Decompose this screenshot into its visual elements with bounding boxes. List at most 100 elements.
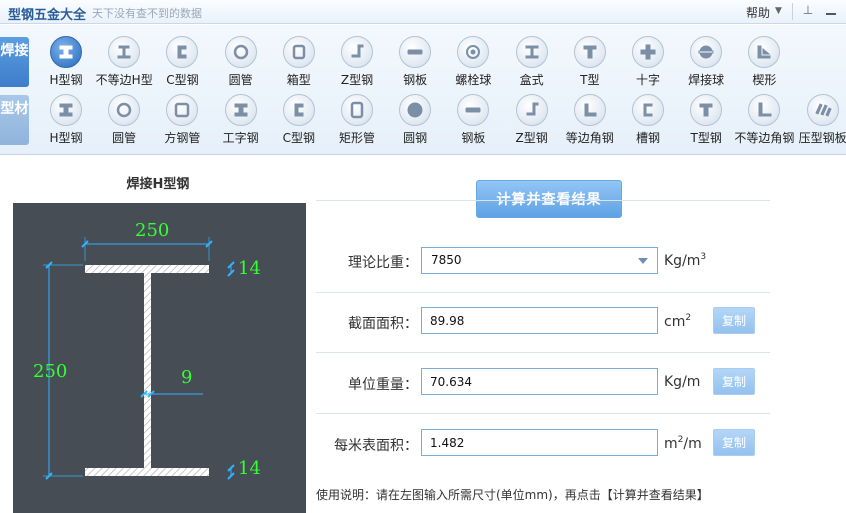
- category-tab-profiles[interactable]: 型材: [0, 95, 29, 145]
- area-label: 截面面积：: [348, 316, 418, 332]
- shape-button-square-tube[interactable]: 方钢管: [154, 94, 210, 148]
- bottom-flange: [85, 468, 209, 476]
- shape-button-t-section[interactable]: T型钢: [678, 94, 734, 148]
- titlebar-divider: [792, 3, 793, 20]
- help-caret-icon[interactable]: ▼: [775, 6, 782, 16]
- divider: [316, 352, 770, 353]
- shape-button-unequal-h[interactable]: 不等边H型: [96, 36, 153, 90]
- surface-field[interactable]: [421, 429, 658, 456]
- z-section-icon: [515, 94, 548, 126]
- t-section-icon: [573, 36, 606, 68]
- shape-button-round-bar[interactable]: 圆钢: [387, 94, 443, 148]
- h-beam-diagram: 250 250 9 14 14: [13, 203, 306, 513]
- area-unit: cm2: [664, 313, 692, 330]
- round-bar-icon: [399, 94, 432, 126]
- square-tube-icon: [166, 94, 199, 126]
- density-select[interactable]: 7850: [421, 247, 658, 274]
- unequal-h-icon: [108, 36, 141, 68]
- rect-tube-icon: [341, 94, 373, 126]
- bottom-flange-thickness-value[interactable]: 14: [238, 458, 261, 479]
- box-section-icon: [282, 36, 315, 68]
- h-beam-icon: [50, 94, 82, 126]
- pin-icon[interactable]: ⊥: [801, 3, 815, 19]
- shape-button-steel-plate[interactable]: 钢板: [387, 36, 443, 90]
- c-channel-icon: [166, 36, 199, 68]
- profiled-sheet-icon: [806, 94, 839, 126]
- shape-label: 压型钢板: [798, 131, 846, 145]
- equal-angle-icon: [573, 94, 606, 126]
- shape-button-h-beam[interactable]: H型钢: [38, 94, 94, 148]
- divider: [316, 200, 770, 201]
- wedge-icon: [748, 36, 781, 68]
- h-beam-icon: [50, 36, 82, 68]
- shape-button-profiled-sheet[interactable]: 压型钢板: [795, 94, 846, 148]
- unequal-angle-icon: [748, 94, 781, 126]
- t-section-icon: [690, 94, 723, 126]
- shape-button-box-type[interactable]: 盒式: [504, 36, 560, 90]
- cross-section-icon: [632, 36, 664, 68]
- density-label: 理论比重：: [348, 255, 418, 271]
- shape-button-i-beam[interactable]: 工字钢: [213, 94, 269, 148]
- divider: [316, 413, 770, 414]
- shape-button-bolt-ball[interactable]: 螺栓球: [445, 36, 501, 90]
- top-flange-thickness-value[interactable]: 14: [238, 258, 261, 279]
- box-type-icon: [515, 36, 548, 68]
- shape-button-round-tube[interactable]: 圆管: [96, 94, 152, 148]
- steel-plate-icon: [457, 94, 490, 126]
- shape-button-round-tube[interactable]: 圆管: [213, 36, 269, 90]
- shape-button-z-section[interactable]: Z型钢: [504, 94, 560, 148]
- help-menu[interactable]: 帮助: [746, 4, 770, 21]
- shape-button-unequal-angle[interactable]: 不等边角钢: [734, 94, 794, 148]
- app-title: 型钢五金大全: [8, 8, 87, 23]
- shape-button-wedge[interactable]: 楔形: [736, 36, 792, 90]
- flange-width-value[interactable]: 250: [135, 220, 169, 241]
- welded-ball-icon: [690, 36, 723, 68]
- shape-button-welded-ball[interactable]: 焊接球: [678, 36, 734, 90]
- weight-field[interactable]: [421, 368, 658, 395]
- steel-plate-icon: [399, 36, 432, 68]
- chevron-down-icon[interactable]: [638, 258, 648, 264]
- shape-button-h-beam[interactable]: H型钢: [38, 36, 94, 90]
- weight-unit: Kg/m: [664, 374, 701, 390]
- channel-icon: [632, 94, 664, 126]
- weight-label: 单位重量：: [348, 377, 418, 393]
- top-flange: [85, 265, 209, 273]
- bolt-ball-icon: [457, 36, 490, 68]
- usage-note: 使用说明：请在左图输入所需尺寸(单位mm)，再点击【计算并查看结果】: [316, 488, 709, 502]
- shape-button-c-channel[interactable]: C型钢: [271, 94, 327, 148]
- web: [144, 273, 151, 468]
- copy-area-button[interactable]: 复制: [713, 307, 755, 334]
- shape-button-rect-tube[interactable]: 矩形管: [329, 94, 385, 148]
- divider: [316, 292, 770, 293]
- i-beam-icon: [224, 94, 257, 126]
- copy-surface-button[interactable]: 复制: [713, 429, 755, 456]
- shape-toolbar: 焊接 型材 H型钢 不等边H型 C型钢 圆管 箱型 Z型钢 钢板 螺栓球 盒式 T型 十字 焊接球 楔形…: [0, 25, 846, 155]
- height-value[interactable]: 250: [33, 361, 67, 382]
- shape-button-channel[interactable]: 槽钢: [620, 94, 676, 148]
- category-tab-welded[interactable]: 焊接: [0, 37, 29, 87]
- z-section-icon: [341, 36, 373, 68]
- round-tube-icon: [108, 94, 141, 126]
- shape-button-t-section[interactable]: T型: [562, 36, 618, 90]
- area-field[interactable]: [421, 307, 658, 334]
- density-unit: Kg/m3: [664, 252, 707, 269]
- web-thickness-value[interactable]: 9: [181, 367, 192, 388]
- shape-button-cross-section[interactable]: 十字: [620, 36, 676, 90]
- shape-button-steel-plate[interactable]: 钢板: [445, 94, 501, 148]
- surface-label: 每米表面积：: [334, 438, 418, 454]
- diagram-title: 焊接H型钢: [126, 177, 190, 192]
- shape-button-z-section[interactable]: Z型钢: [329, 36, 385, 90]
- title-bar: 型钢五金大全 天下没有查不到的数据 帮助 ▼ ⊥: [0, 0, 846, 24]
- shape-label: 楔形: [752, 73, 777, 87]
- shape-button-box-section[interactable]: 箱型: [271, 36, 327, 90]
- density-value: 7850: [431, 253, 462, 267]
- calculate-button[interactable]: 计算并查看结果: [476, 180, 622, 218]
- c-channel-icon: [282, 94, 315, 126]
- shape-button-equal-angle[interactable]: 等边角钢: [562, 94, 618, 148]
- h-beam-drawing: [43, 237, 235, 480]
- app-slogan: 天下没有查不到的数据: [92, 7, 202, 20]
- copy-weight-button[interactable]: 复制: [713, 368, 755, 395]
- shape-button-c-channel[interactable]: C型钢: [154, 36, 210, 90]
- minimize-icon[interactable]: [823, 3, 839, 19]
- round-tube-icon: [224, 36, 257, 68]
